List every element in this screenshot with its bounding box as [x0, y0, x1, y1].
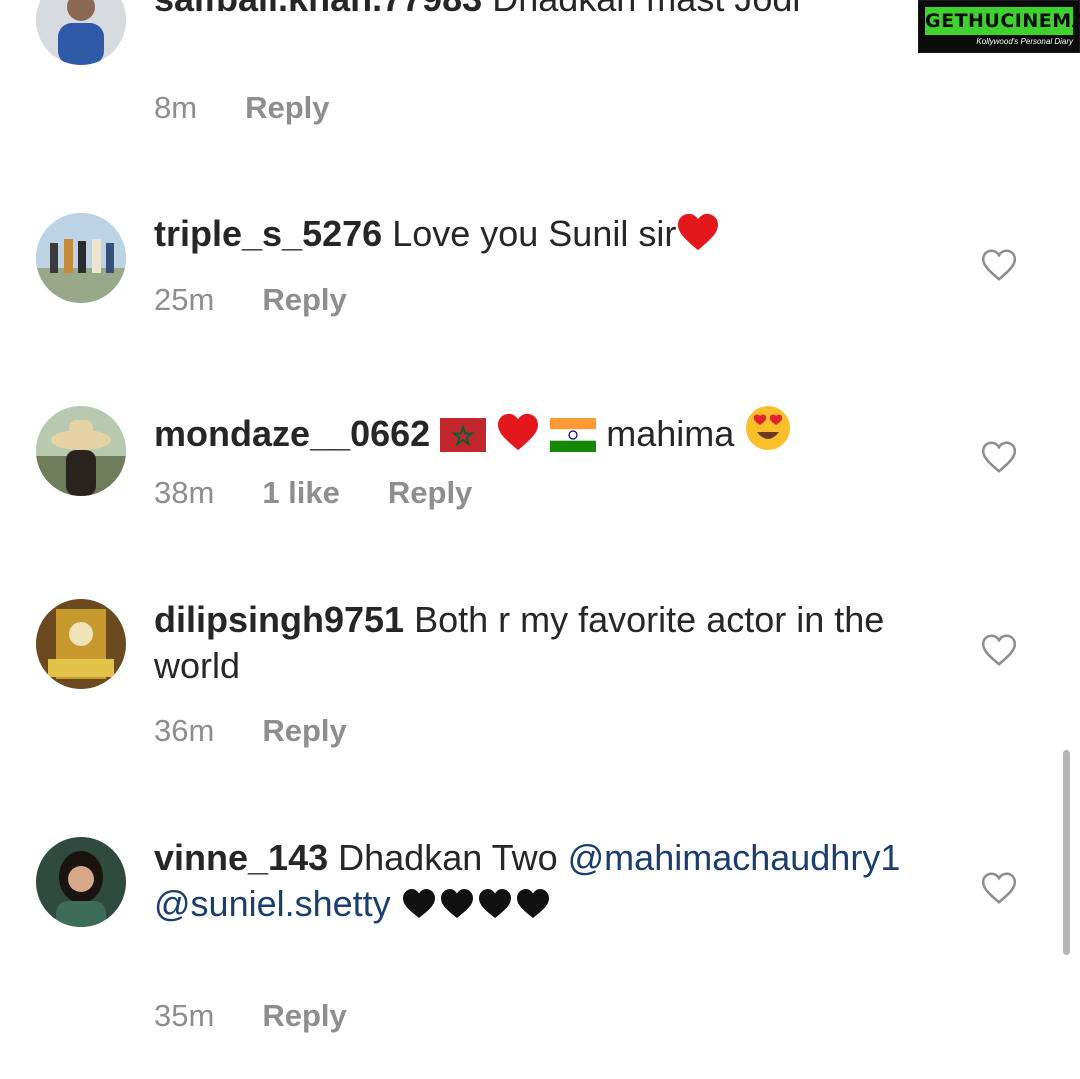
comment-username[interactable]: mondaze__0662	[154, 413, 430, 454]
comment-body: Dhadkan Two	[338, 837, 558, 878]
avatar[interactable]	[36, 213, 126, 303]
avatar[interactable]	[36, 837, 126, 927]
mention-link[interactable]: @mahimachaudhry1	[568, 837, 901, 878]
comment-time: 36m	[154, 713, 215, 748]
comment-body: Dhadkan mast Jodi	[492, 0, 800, 19]
comment-text: vinne_143 Dhadkan Two @mahimachaudhry1 @…	[154, 835, 944, 933]
comment-username[interactable]: dilipsingh9751	[154, 599, 404, 640]
avatar[interactable]	[36, 406, 126, 496]
comment-time: 25m	[154, 282, 215, 317]
reply-button[interactable]: Reply	[245, 90, 329, 125]
comment-body: Love you Sunil sir	[392, 213, 677, 254]
like-heart-icon[interactable]	[980, 439, 1018, 475]
reply-button[interactable]: Reply	[262, 713, 346, 748]
comment-meta: 38m 1 like Reply	[154, 475, 520, 511]
watermark-title: GETHUCINEMA	[925, 7, 1080, 35]
comment-body: mahima	[606, 413, 735, 454]
watermark-subtitle: Kollywood's Personal Diary	[976, 37, 1073, 46]
comment-time: 38m	[154, 475, 215, 510]
comment-text: mondaze__0662 mahima	[154, 404, 944, 463]
comment-time: 35m	[154, 998, 215, 1033]
avatar[interactable]	[36, 0, 126, 65]
like-heart-icon[interactable]	[980, 870, 1018, 906]
reply-button[interactable]: Reply	[262, 282, 346, 317]
morocco-flag-icon	[440, 417, 487, 463]
comment-meta: 35m Reply	[154, 998, 395, 1034]
like-heart-icon[interactable]	[980, 247, 1018, 283]
comment-text: triple_s_5276 Love you Sunil sir	[154, 211, 944, 263]
comment-text: dilipsingh9751 Both r my favorite actor …	[154, 597, 944, 689]
comment-meta: 8m Reply	[154, 90, 378, 126]
comment-username[interactable]: vinne_143	[154, 837, 328, 878]
scrollbar[interactable]	[1063, 750, 1070, 955]
red-heart-icon	[496, 412, 540, 463]
red-heart-icon	[676, 212, 720, 263]
like-heart-icon[interactable]	[980, 632, 1018, 668]
comment-username[interactable]: triple_s_5276	[154, 213, 382, 254]
avatar[interactable]	[36, 599, 126, 689]
black-hearts-icon	[401, 886, 551, 933]
comment-text: saifbali.khan.77983 Dhadkan mast Jodi	[154, 0, 944, 22]
comment-username[interactable]: saifbali.khan.77983	[154, 0, 482, 19]
comment-time: 8m	[154, 90, 198, 125]
india-flag-icon	[550, 417, 597, 463]
comment-meta: 25m Reply	[154, 282, 395, 318]
reply-button[interactable]: Reply	[388, 475, 472, 510]
likes-count[interactable]: 1 like	[262, 475, 340, 510]
reply-button[interactable]: Reply	[262, 998, 346, 1033]
comment-meta: 36m Reply	[154, 713, 395, 749]
mention-link[interactable]: @suniel.shetty	[154, 883, 391, 924]
heart-eyes-icon	[744, 404, 792, 463]
